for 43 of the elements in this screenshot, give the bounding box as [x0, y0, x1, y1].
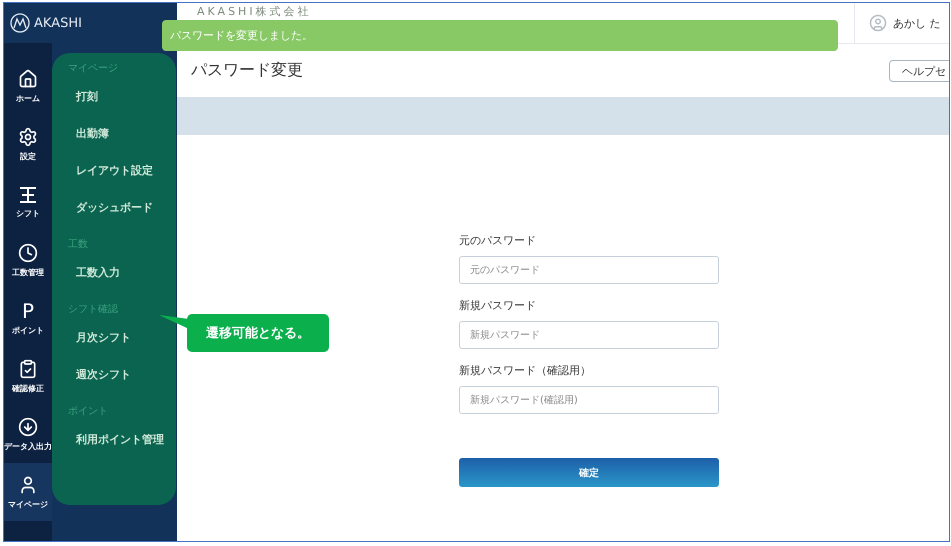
password-field[interactable]: 新規パスワード(確認用) [459, 386, 719, 414]
nav-item[interactable]: シフト [4, 173, 52, 231]
field-label: 新規パスワード [459, 298, 537, 313]
nav-item[interactable]: 確認修正 [4, 347, 52, 405]
page-title: パスワード変更 [191, 60, 303, 81]
logo-icon [10, 13, 30, 33]
help-button[interactable]: ヘルプセ [889, 60, 949, 82]
nav-item[interactable]: データ入出力 [4, 405, 52, 463]
menu-item[interactable]: 出勤簿 [76, 126, 176, 141]
shift-icon [18, 186, 38, 204]
nav-glyph: P [22, 300, 34, 320]
menu-item[interactable]: ダッシュボード [76, 200, 176, 215]
password-field[interactable]: 元のパスワード [459, 256, 719, 284]
field-label: 新規パスワード（確認用） [459, 363, 592, 378]
company-name: AKASHI株式会社 [197, 6, 313, 18]
callout-text: 遷移可能となる。 [206, 325, 310, 342]
clipboard-check-icon [18, 358, 38, 378]
menu-heading: マイページ [68, 62, 119, 75]
menu-item[interactable]: 週次シフト [76, 367, 176, 382]
user-name[interactable]: あかし た [893, 16, 940, 30]
menu-heading: ポイント [68, 405, 109, 418]
menu-item[interactable]: 打刻 [76, 89, 176, 104]
menu-item[interactable]: 利用ポイント管理 [76, 432, 176, 447]
download-icon [18, 416, 38, 436]
nav-item[interactable]: 工数管理 [4, 231, 52, 289]
nav-item[interactable]: ホーム [4, 57, 52, 115]
home-icon [18, 68, 38, 88]
password-field[interactable]: 新規パスワード [459, 321, 719, 349]
confirm-button[interactable]: 確定 [459, 458, 719, 487]
field-label: 元のパスワード [459, 233, 537, 248]
logo-text: AKASHI [34, 16, 82, 30]
settings-icon [18, 126, 38, 146]
clock-icon [18, 242, 38, 262]
nav-item[interactable]: 設定 [4, 115, 52, 173]
avatar-icon [869, 14, 887, 32]
nav-item[interactable]: マイページ [4, 463, 52, 521]
toast-message: パスワードを変更しました。 [170, 28, 313, 43]
menu-item[interactable]: 工数入力 [76, 265, 176, 280]
menu-item[interactable]: 月次シフト [76, 330, 176, 345]
menu-heading: 工数 [68, 238, 89, 251]
menu-item[interactable]: レイアウト設定 [76, 163, 176, 178]
nav-item[interactable]: P ポイント [4, 289, 52, 347]
menu-heading: シフト確認 [68, 302, 119, 316]
